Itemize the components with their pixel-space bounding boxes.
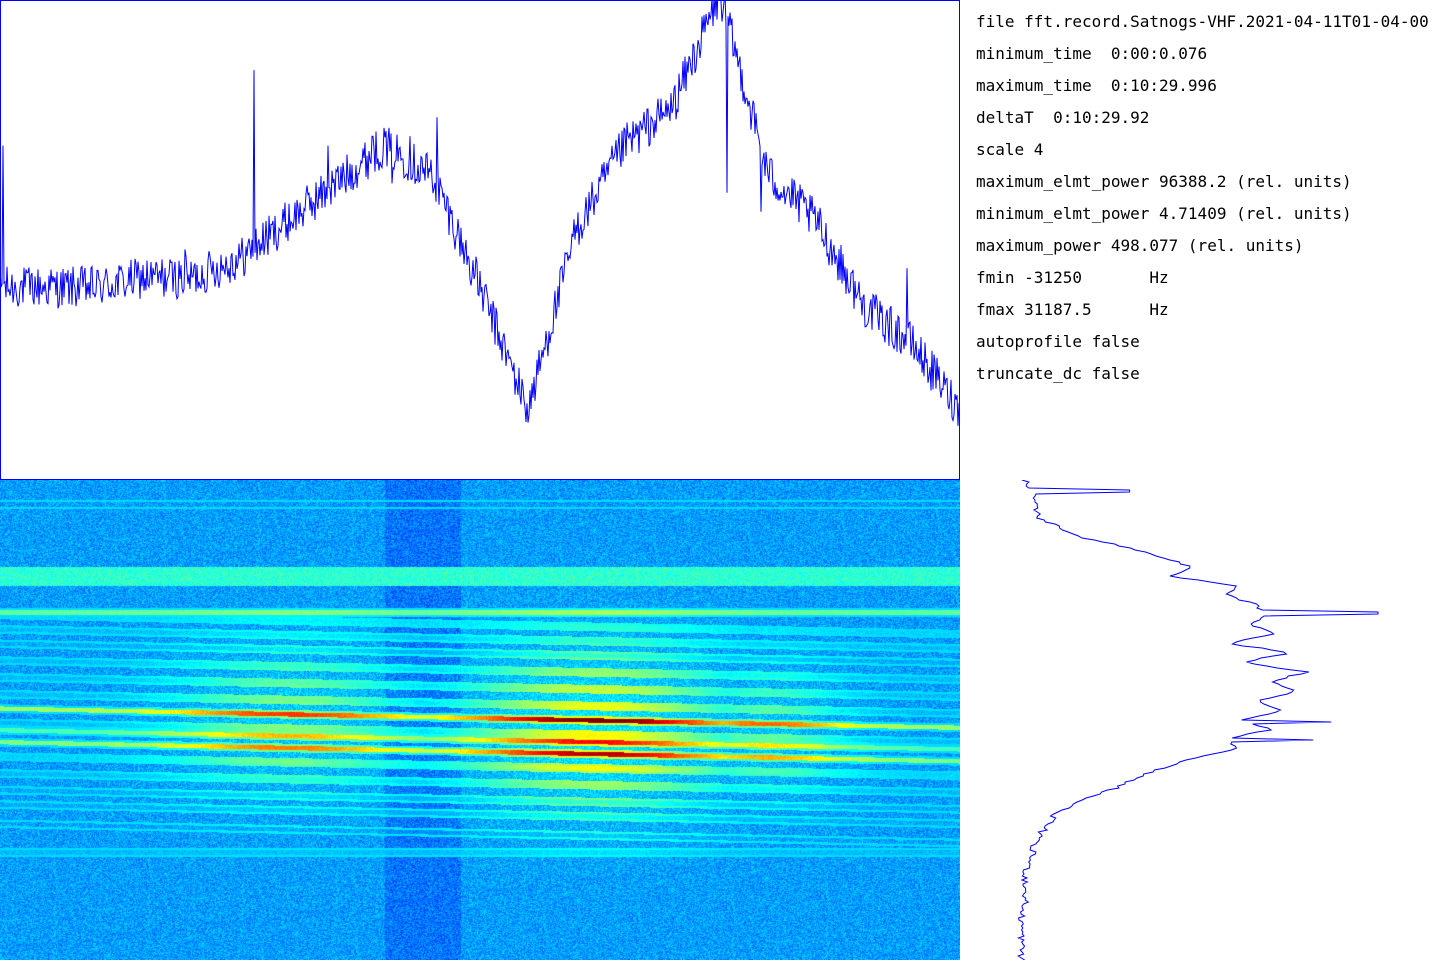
info-maximum-power: maximum_power 498.077 (rel. units) — [976, 236, 1304, 255]
time-profile-border — [0, 0, 960, 480]
spectrogram-chart — [0, 480, 960, 960]
time-profile-chart — [0, 0, 960, 480]
info-scale: scale 4 — [976, 140, 1044, 159]
info-minimum-elmt-power: minimum_elmt_power 4.71409 (rel. units) — [976, 204, 1352, 223]
info-fmin: fmin -31250 Hz — [976, 268, 1169, 287]
frequency-profile-chart — [960, 480, 1440, 960]
time-profile-series-line — [0, 0, 960, 426]
frequency-profile-svg — [1016, 480, 1379, 960]
info-file: file fft.record.Satnogs-VHF.2021-04-11T0… — [976, 12, 1429, 31]
info-delta-t: deltaT 0:10:29.92 — [976, 108, 1150, 127]
time-profile-svg — [0, 0, 960, 480]
info-maximum-elmt-power: maximum_elmt_power 96388.2 (rel. units) — [976, 172, 1352, 191]
info-fmax: fmax 31187.5 Hz — [976, 300, 1169, 319]
info-maximum-time: maximum_time 0:10:29.996 — [976, 76, 1217, 95]
info-panel: file fft.record.Satnogs-VHF.2021-04-11T0… — [976, 8, 1440, 468]
info-truncate-dc: truncate_dc false — [976, 364, 1140, 383]
info-minimum-time: minimum_time 0:00:0.076 — [976, 44, 1208, 63]
info-autoprofile: autoprofile false — [976, 332, 1140, 351]
frequency-profile-series-line — [1016, 480, 1379, 960]
spectrogram-canvas — [0, 480, 960, 960]
